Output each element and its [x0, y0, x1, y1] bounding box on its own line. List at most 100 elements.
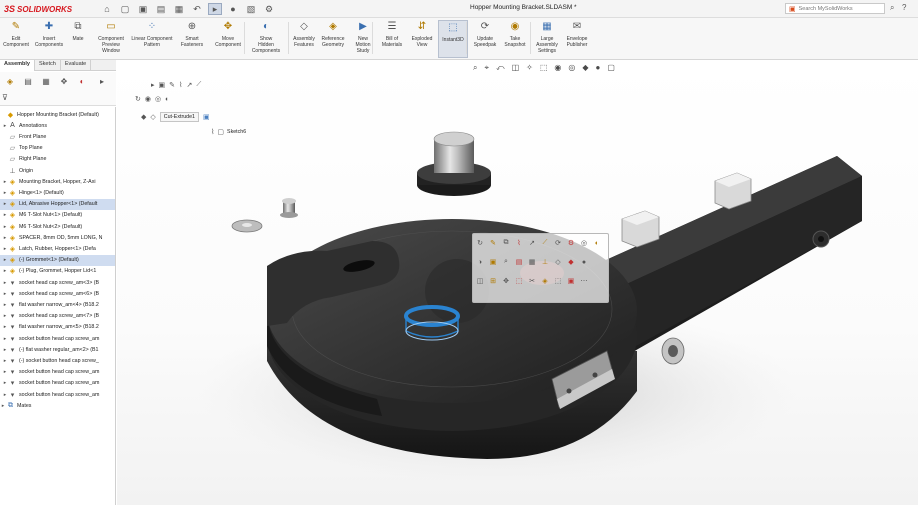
smart-fasteners-button[interactable]: ⊕ Smart Fasteners: [176, 20, 208, 58]
washer-and-screw[interactable]: [231, 198, 298, 233]
tree-node[interactable]: ▸ ▾ socket button head cap screw_am: [0, 333, 115, 344]
grommet-plug[interactable]: [417, 131, 491, 196]
float-icon[interactable]: ◇: [553, 257, 563, 267]
file-properties-icon[interactable]: ▧: [244, 3, 258, 15]
linear-pattern-button[interactable]: ⁘ Linear Component Pattern: [130, 20, 174, 58]
show-icon[interactable]: ◉: [145, 95, 151, 103]
component-preview-button[interactable]: ▭ Component Preview Window: [94, 20, 128, 58]
tree-node[interactable]: ▸ ◈ (-) Grommet<1> (Default): [0, 254, 115, 266]
tree-node[interactable]: ▸ ◈ SPACER, 8mm OD, 5mm LONG, N: [0, 232, 115, 243]
hide-icon[interactable]: ◎: [579, 238, 589, 248]
display-style-icon[interactable]: ◉: [554, 63, 561, 73]
move-icon[interactable]: ✥: [501, 276, 511, 286]
edit-icon[interactable]: ✎: [169, 81, 175, 89]
graphics-area[interactable]: ⌕ ⌖ ⤺ ◫ ✧ ⬚ ◉ ◎ ◆ ● ▢ ▸ ▣ ✎ ⌇ ↗ ⟋ ↻ ◉ ◎ …: [117, 61, 918, 505]
search-icon[interactable]: ⌕: [890, 3, 894, 13]
move-component-button[interactable]: ✥ Move Component: [212, 20, 244, 58]
search-box[interactable]: ▣ Search MySolidWorks: [785, 3, 885, 14]
tree-node[interactable]: ▸ ▾ flat washer narrow_am<4> (B18.2: [0, 299, 115, 310]
dynamic-annotation-icon[interactable]: ✧: [526, 63, 533, 73]
feature-manager-icon[interactable]: ◈: [4, 75, 16, 87]
expand-icon[interactable]: ▸: [151, 81, 155, 89]
mate-button[interactable]: ⧉ Mate: [66, 20, 90, 58]
undo-icon[interactable]: ↶: [190, 3, 204, 15]
tree-node[interactable]: ▸ ◈ Hinge<1> (Default): [0, 187, 115, 198]
cut-icon[interactable]: ✂: [527, 276, 537, 286]
bill-of-materials-button[interactable]: ☰ Bill of Materials: [378, 20, 406, 58]
instant3d-button[interactable]: ⬚ Instant3D: [438, 20, 468, 58]
tree-node[interactable]: ▸ ⧉ Mates: [0, 400, 115, 411]
measure-icon[interactable]: ⊞: [488, 276, 498, 286]
options-icon[interactable]: ⚙: [566, 238, 576, 248]
tree-node[interactable]: ▸ ◈ Lid, Abrasive Hopper<1> (Default: [0, 198, 115, 210]
feature-name-box[interactable]: Cut-Extrude1: [159, 112, 199, 122]
tree-node[interactable]: ▸ ▾ socket head cap screw_am<7> (B: [0, 311, 115, 322]
snapshot-button[interactable]: ◉ Take Snapshot: [502, 20, 528, 58]
hide-icon[interactable]: ◎: [155, 95, 161, 103]
envelope-publisher-button[interactable]: ✉ Envelope Publisher: [562, 20, 592, 58]
side-screw[interactable]: [661, 337, 685, 365]
edit-part-icon[interactable]: ✎: [488, 238, 498, 248]
reference-geometry-button[interactable]: ◈ Reference Geometry: [318, 20, 348, 58]
property-manager-icon[interactable]: ▤: [22, 75, 34, 87]
tree-node[interactable]: ▸ ◈ Mounting Bracket, Hopper, Z-Axi: [0, 176, 115, 187]
section-icon[interactable]: ◫: [475, 276, 485, 286]
assembly-features-button[interactable]: ◇ Assembly Features: [292, 20, 316, 58]
sketch-icon[interactable]: ⌇: [179, 81, 182, 89]
tab-sketch[interactable]: Sketch: [35, 60, 61, 71]
tree-node[interactable]: ▸ ◈ (-) Plug, Grommet, Hopper Lid<1: [0, 266, 115, 277]
zoom-area-icon[interactable]: ⌖: [484, 63, 489, 73]
component-icon[interactable]: ◆: [566, 257, 576, 267]
tree-node[interactable]: ◆ Hopper Mounting Bracket (Default): [0, 109, 115, 120]
edit-component-button[interactable]: ✎ Edit Component: [2, 20, 30, 58]
configuration-icon[interactable]: ▤: [514, 257, 524, 267]
zoom-selection-icon[interactable]: ⌕: [501, 257, 511, 267]
view-settings-icon[interactable]: ▢: [607, 63, 615, 73]
mate-icon[interactable]: ⧉: [501, 238, 511, 248]
configuration-manager-icon[interactable]: ▦: [40, 75, 52, 87]
tree-node[interactable]: ▸ ▾ flat washer narrow_am<5> (B18.2: [0, 322, 115, 333]
instant3d-icon[interactable]: ⬚: [553, 276, 563, 286]
edit-appearance-icon[interactable]: ◆: [582, 63, 588, 73]
smart-dimension-icon[interactable]: ↗: [527, 238, 537, 248]
tree-node[interactable]: ▸ ◈ Latch, Rubber, Hopper<1> (Defa: [0, 243, 115, 254]
rotate-icon[interactable]: ↻: [135, 95, 141, 103]
tree-node[interactable]: ▸ A Annotations: [0, 120, 115, 131]
tree-node[interactable]: ▸ ▾ socket head cap screw_am<6> (B: [0, 288, 115, 299]
sketch-icon[interactable]: ⌇: [514, 238, 524, 248]
view-orientation-icon[interactable]: ⬚: [540, 63, 548, 73]
options-icon[interactable]: ⚙: [262, 3, 276, 15]
dimxpert-icon[interactable]: ✥: [58, 75, 70, 87]
appearance-icon[interactable]: ◐: [592, 238, 602, 248]
isolate-icon[interactable]: ▣: [488, 257, 498, 267]
save-icon[interactable]: ▤: [154, 3, 168, 15]
tree-node[interactable]: ▱ Right Plane: [0, 154, 115, 165]
tree-node[interactable]: ▸ ▾ socket button head cap screw_am: [0, 378, 115, 389]
tree-node[interactable]: ▱ Front Plane: [0, 131, 115, 142]
expand-panel-icon[interactable]: ▸: [96, 75, 108, 87]
tree-node[interactable]: ⊥ Origin: [0, 165, 115, 176]
home-icon[interactable]: ⌂: [100, 3, 114, 15]
select-icon[interactable]: ▸: [208, 3, 222, 15]
reference-icon[interactable]: ⬚: [514, 276, 524, 286]
zoom-to-fit-icon[interactable]: ⌕: [473, 63, 477, 73]
filter-icon[interactable]: ⊽: [2, 93, 8, 102]
speedpak-button[interactable]: ⟳ Update Speedpak: [472, 20, 498, 58]
sketch-checkbox[interactable]: ▢: [217, 128, 224, 136]
exploded-view-button[interactable]: ⇵ Exploded View: [408, 20, 436, 58]
feature-action-icon[interactable]: ▣: [203, 113, 210, 121]
properties-icon[interactable]: ▦: [527, 257, 537, 267]
pin-icon[interactable]: ⟋: [540, 238, 550, 248]
more-icon[interactable]: ⋯: [579, 276, 589, 286]
transparency-icon[interactable]: ◑: [475, 257, 485, 267]
section-view-icon[interactable]: ◫: [512, 63, 520, 73]
solidworks-logo[interactable]: 3S SOLIDWORKS: [4, 3, 72, 15]
tab-assembly[interactable]: Assembly: [0, 60, 35, 71]
tree-node[interactable]: ▸ ▾ (-) flat washer regular_am<2> (B1: [0, 344, 115, 355]
show-hidden-button[interactable]: ◐ Show Hidden Components: [246, 20, 286, 58]
assembly-icon[interactable]: ◈: [540, 276, 550, 286]
open-icon[interactable]: ▣: [136, 3, 150, 15]
hide-show-items-icon[interactable]: ◎: [568, 63, 575, 73]
apply-scene-icon[interactable]: ●: [596, 63, 601, 73]
tree-node[interactable]: ▸ ▾ socket button head cap screw_am: [0, 367, 115, 378]
